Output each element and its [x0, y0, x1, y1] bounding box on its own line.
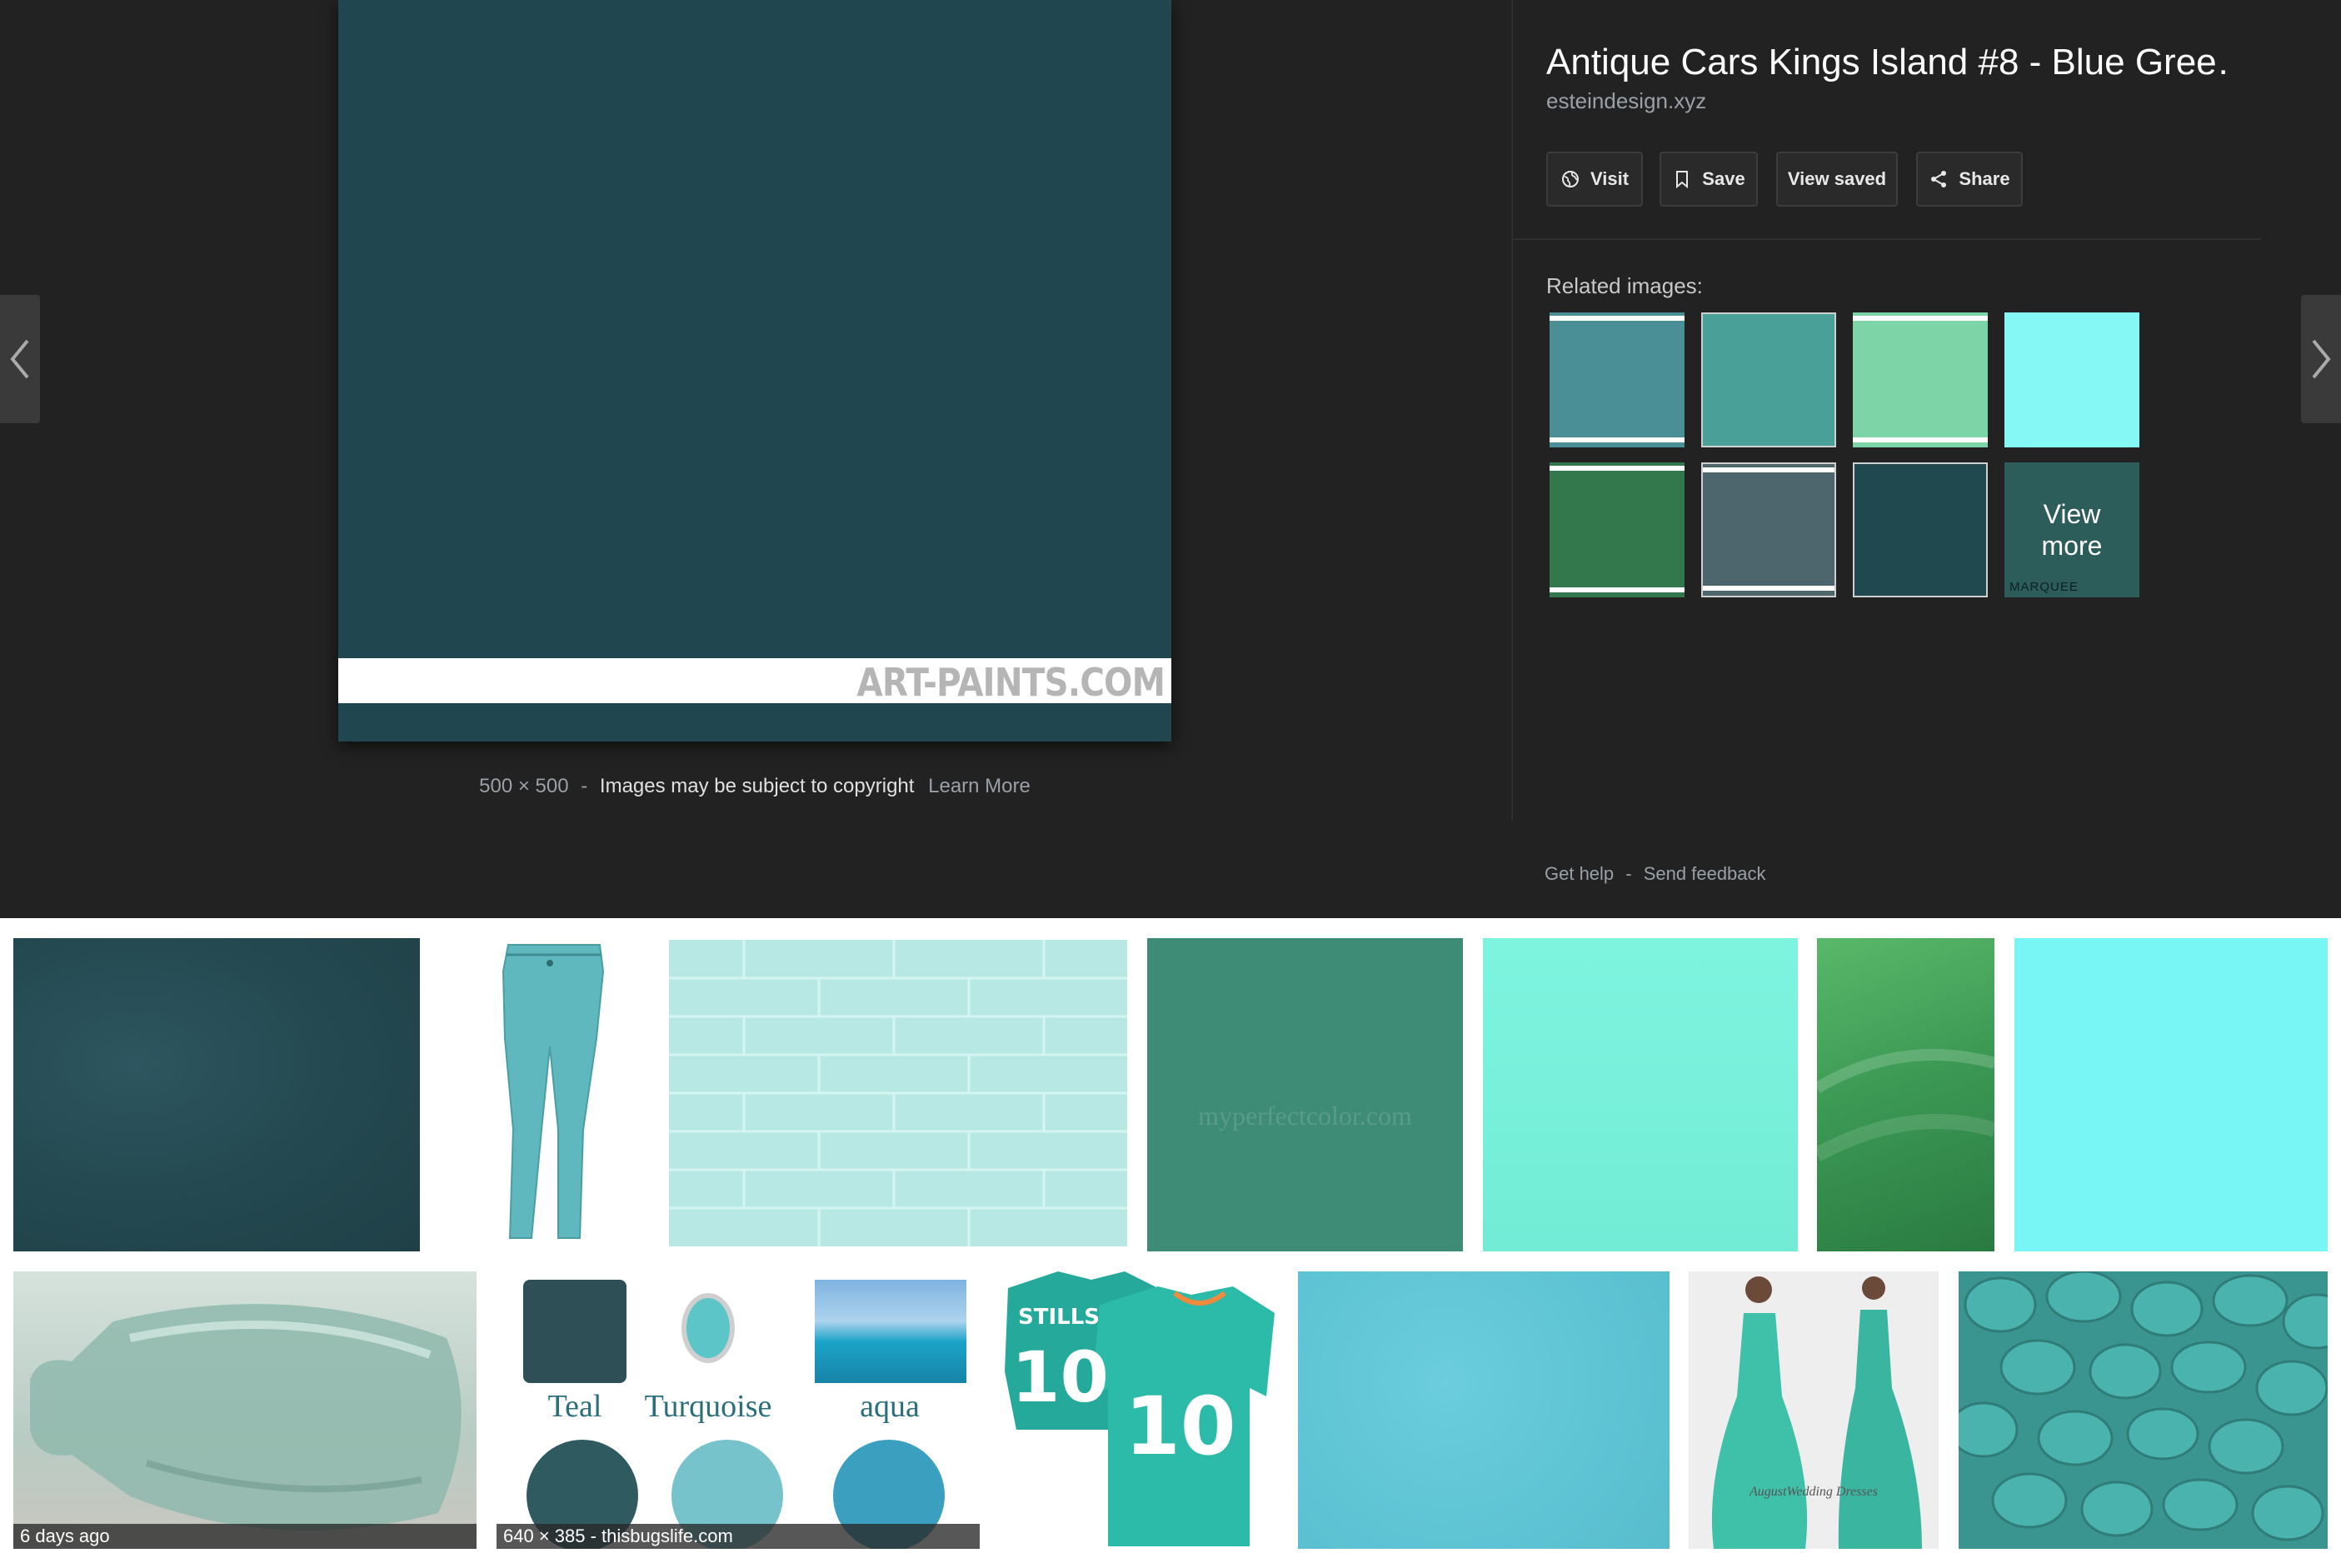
related-image-thumb[interactable] — [1550, 462, 1685, 597]
turquoise-ring-photo — [681, 1293, 735, 1363]
jersey-number-front: 10 — [1125, 1380, 1236, 1473]
thumb-stripe — [1550, 466, 1685, 471]
visit-button[interactable]: Visit — [1546, 152, 1643, 207]
jeans-illustration — [502, 944, 605, 1239]
footer-separator: - — [1625, 863, 1632, 884]
grid-image-teal-jeans[interactable] — [433, 938, 653, 1251]
thumb-stripe — [1703, 467, 1834, 472]
viewer-footer-links: Get help - Send feedback — [1545, 863, 1766, 885]
grid-image-light-cyan-swatch[interactable] — [2014, 938, 2328, 1251]
grid-image-mint-brick-wall[interactable] — [669, 940, 1127, 1246]
get-help-link[interactable]: Get help — [1545, 863, 1614, 884]
thumb-stripe — [1550, 437, 1685, 442]
next-image-button[interactable] — [2301, 295, 2341, 423]
view-saved-button[interactable]: View saved — [1776, 152, 1898, 207]
tile-caption: 6 days ago — [13, 1524, 477, 1549]
view-more-brand: MARQUEE — [2009, 580, 2079, 594]
thumb-stripe — [1550, 316, 1685, 321]
image-viewer-panel: ART-PAINTS.COM 500 × 500 - Images may be… — [0, 0, 2341, 918]
main-preview-image[interactable]: ART-PAINTS.COM — [338, 0, 1171, 742]
aqua-sea-photo — [815, 1280, 966, 1383]
meta-separator: - — [581, 775, 588, 797]
related-images-label: Related images: — [1546, 273, 1703, 298]
related-image-thumb[interactable] — [1550, 312, 1685, 447]
info-panel-divider — [1511, 0, 1513, 821]
image-meta-line: 500 × 500 - Images may be subject to cop… — [338, 775, 1171, 798]
related-image-thumb[interactable] — [1701, 312, 1836, 447]
thumb-stripe — [1853, 437, 1988, 442]
thumb-stripe — [1703, 586, 1834, 591]
jersey-name: STILLS — [1018, 1305, 1100, 1330]
share-label: Share — [1959, 168, 2010, 189]
turquoise-label: Turquoise — [644, 1389, 772, 1424]
teal-label: Teal — [547, 1389, 602, 1424]
visit-label: Visit — [1590, 168, 1630, 189]
image-dimensions: 500 × 500 — [479, 775, 569, 797]
brick-pattern — [669, 940, 1127, 1246]
save-button[interactable]: Save — [1660, 152, 1758, 207]
info-panel-separator — [1511, 238, 2261, 240]
dress-caption: AugustWedding Dresses — [1750, 1485, 1878, 1499]
chevron-left-icon — [10, 339, 29, 379]
dress-illustration — [1711, 1276, 1922, 1549]
view-more-related-button[interactable]: View more MARQUEE — [2004, 462, 2139, 597]
grid-image-aquamarine-swatch[interactable] — [1483, 938, 1798, 1251]
aqua-label: aqua — [860, 1389, 920, 1424]
bottle-illustration — [30, 1304, 462, 1531]
bookmark-icon — [1676, 171, 1689, 189]
grid-image-green-swatch[interactable]: myperfectcolor.com — [1147, 938, 1463, 1251]
learn-more-link[interactable]: Learn More — [928, 775, 1031, 797]
copyright-notice: Images may be subject to copyright — [599, 775, 915, 797]
thumb-stripe — [1550, 587, 1685, 592]
previous-image-button[interactable] — [0, 295, 40, 423]
related-image-thumb[interactable] — [1701, 462, 1836, 597]
image-source-domain[interactable]: esteindesign.xyz — [1546, 88, 1706, 114]
image-title[interactable]: Antique Cars Kings Island #8 - Blue Gree… — [1546, 42, 2229, 83]
teal-glitter-photo — [523, 1280, 626, 1383]
grid-image-teal-turquoise-aqua[interactable]: Teal Turquoise aqua 640 × 385 - thisbugs… — [497, 1271, 980, 1549]
related-image-thumb[interactable] — [1853, 462, 1988, 597]
share-button[interactable]: Share — [1916, 152, 2023, 207]
grid-image-sky-blue-texture[interactable] — [1298, 1271, 1670, 1549]
share-icon — [1931, 171, 1947, 187]
send-feedback-link[interactable]: Send feedback — [1644, 863, 1766, 884]
abstract-waves — [1817, 1049, 1994, 1161]
chevron-right-icon — [2312, 339, 2331, 379]
thumb-stripe — [1853, 316, 1988, 321]
grid-image-teal-mms[interactable] — [1959, 1271, 2328, 1549]
swatch-watermark: myperfectcolor.com — [1198, 1101, 1412, 1131]
view-saved-label: View saved — [1787, 168, 1887, 189]
jersey-number-back: 10 — [1011, 1336, 1109, 1418]
globe-icon — [1561, 171, 1579, 187]
related-image-thumb[interactable] — [1853, 312, 1988, 447]
tile-caption: 640 × 385 - thisbugslife.com — [497, 1524, 980, 1549]
related-image-thumb[interactable] — [2004, 312, 2139, 447]
candy-pattern — [1959, 1271, 2328, 1541]
save-label: Save — [1702, 168, 1745, 189]
grid-image-glass-bottle[interactable]: 6 days ago — [13, 1271, 477, 1549]
image-watermark: ART-PAINTS.COM — [856, 660, 1165, 705]
view-more-label: View more — [2041, 499, 2103, 561]
grid-image-mermaid-dress[interactable]: AugustWedding Dresses — [1689, 1271, 1939, 1549]
grid-image-green-abstract[interactable] — [1817, 938, 1994, 1251]
grid-image-dolphins-jersey[interactable]: STILLS 10 10 — [1000, 1271, 1278, 1549]
grid-image-dark-teal-fabric[interactable] — [13, 938, 420, 1251]
